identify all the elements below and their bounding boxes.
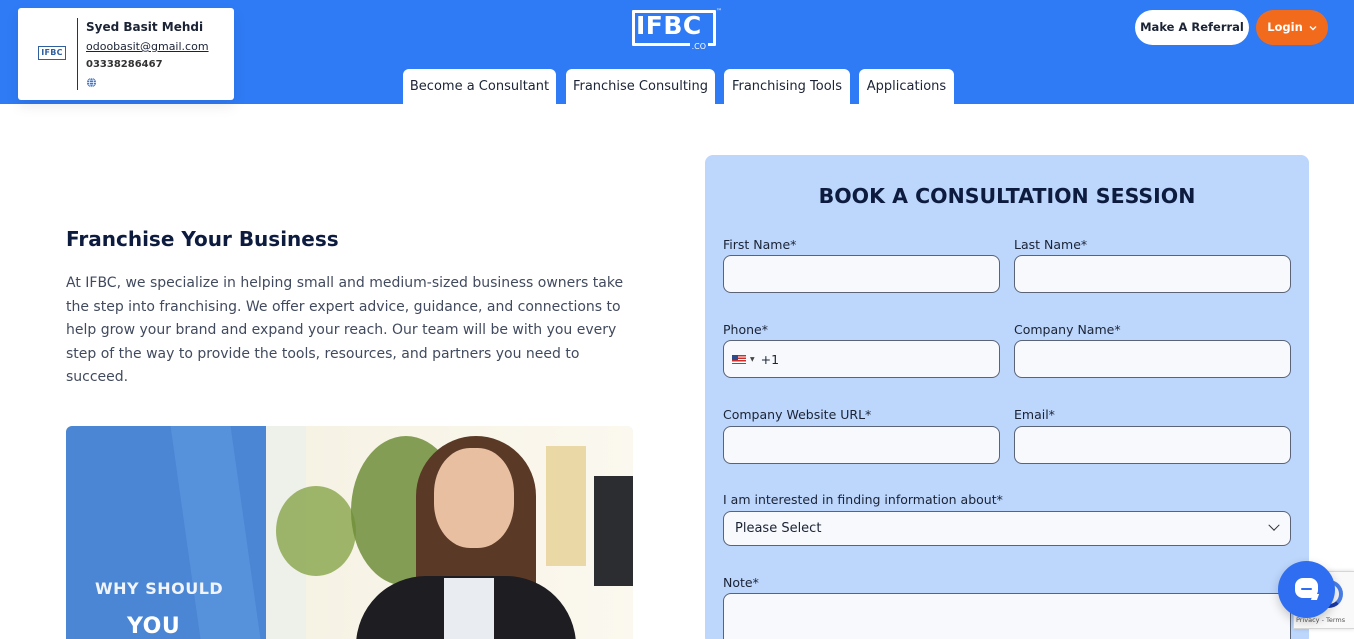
make-referral-button[interactable]: Make A Referral: [1135, 10, 1249, 45]
tab-franchise-consulting[interactable]: Franchise Consulting: [566, 69, 715, 104]
note-label: Note*: [723, 575, 759, 590]
first-name-label: First Name*: [723, 237, 797, 252]
phone-country-selector[interactable]: ▼ +1: [732, 352, 779, 367]
image-caption-line1: WHY SHOULD: [95, 579, 224, 598]
company-name-label: Company Name*: [1014, 322, 1121, 337]
ifbc-logo[interactable]: IFBC .CO ™: [632, 8, 722, 51]
last-name-field[interactable]: [1014, 255, 1291, 293]
hero-image: WHY SHOULD YOU: [66, 426, 633, 639]
note-field[interactable]: [723, 593, 1291, 639]
chat-bubble-line: [1301, 588, 1312, 590]
site-header: IFBC Syed Basit Mehdi odoobasit@gmail.co…: [0, 0, 1354, 104]
caret-down-icon: ▼: [750, 356, 755, 363]
form-title: BOOK A CONSULTATION SESSION: [818, 184, 1196, 208]
photo-monitor: [594, 476, 633, 586]
website-label: Company Website URL*: [723, 407, 872, 422]
last-name-label: Last Name*: [1014, 237, 1088, 252]
hero-title: Franchise Your Business: [66, 227, 339, 251]
login-button[interactable]: Login: [1256, 10, 1328, 45]
interest-selected-value: Please Select: [735, 521, 822, 536]
image-caption-line2: YOU: [127, 614, 181, 639]
hero-description: At IFBC, we specialize in helping small …: [66, 275, 624, 386]
logo-text: IFBC: [636, 11, 702, 40]
photo-blind: [546, 446, 586, 566]
tab-franchising-tools[interactable]: Franchising Tools: [724, 69, 850, 104]
chat-launcher-button[interactable]: [1278, 561, 1335, 618]
email-field[interactable]: [1014, 426, 1291, 464]
company-logo: IFBC: [38, 46, 66, 60]
photo-plant: [276, 486, 356, 576]
interest-select[interactable]: Please Select: [723, 511, 1291, 546]
main-nav: Become a Consultant Franchise Consulting…: [0, 69, 1354, 104]
logo-trademark: ™: [716, 8, 722, 15]
phone-label: Phone*: [723, 322, 768, 337]
email-label: Email*: [1014, 407, 1055, 422]
website-field[interactable]: [723, 426, 1000, 464]
interest-label: I am interested in finding information a…: [723, 492, 1003, 507]
company-name-field[interactable]: [1014, 340, 1291, 378]
tab-applications[interactable]: Applications: [859, 69, 954, 104]
first-name-field[interactable]: [723, 255, 1000, 293]
us-flag-icon: [732, 355, 746, 364]
user-name: Syed Basit Mehdi: [86, 20, 204, 34]
tab-become-a-consultant[interactable]: Become a Consultant: [403, 69, 556, 104]
logo-subtext: .CO: [689, 42, 708, 51]
consultation-form: BOOK A CONSULTATION SESSION First Name* …: [705, 155, 1309, 639]
chat-bubble-tail: [1310, 594, 1320, 600]
phone-country-code: +1: [760, 352, 780, 367]
user-email-link[interactable]: odoobasit@gmail.com: [86, 40, 209, 53]
chevron-down-icon: [1268, 519, 1280, 531]
login-label: Login: [1267, 20, 1303, 34]
photo-person-shirt: [444, 578, 494, 639]
photo-person-face: [434, 448, 514, 548]
chevron-down-icon: [1309, 26, 1317, 31]
phone-field[interactable]: ▼ +1: [723, 340, 1000, 378]
